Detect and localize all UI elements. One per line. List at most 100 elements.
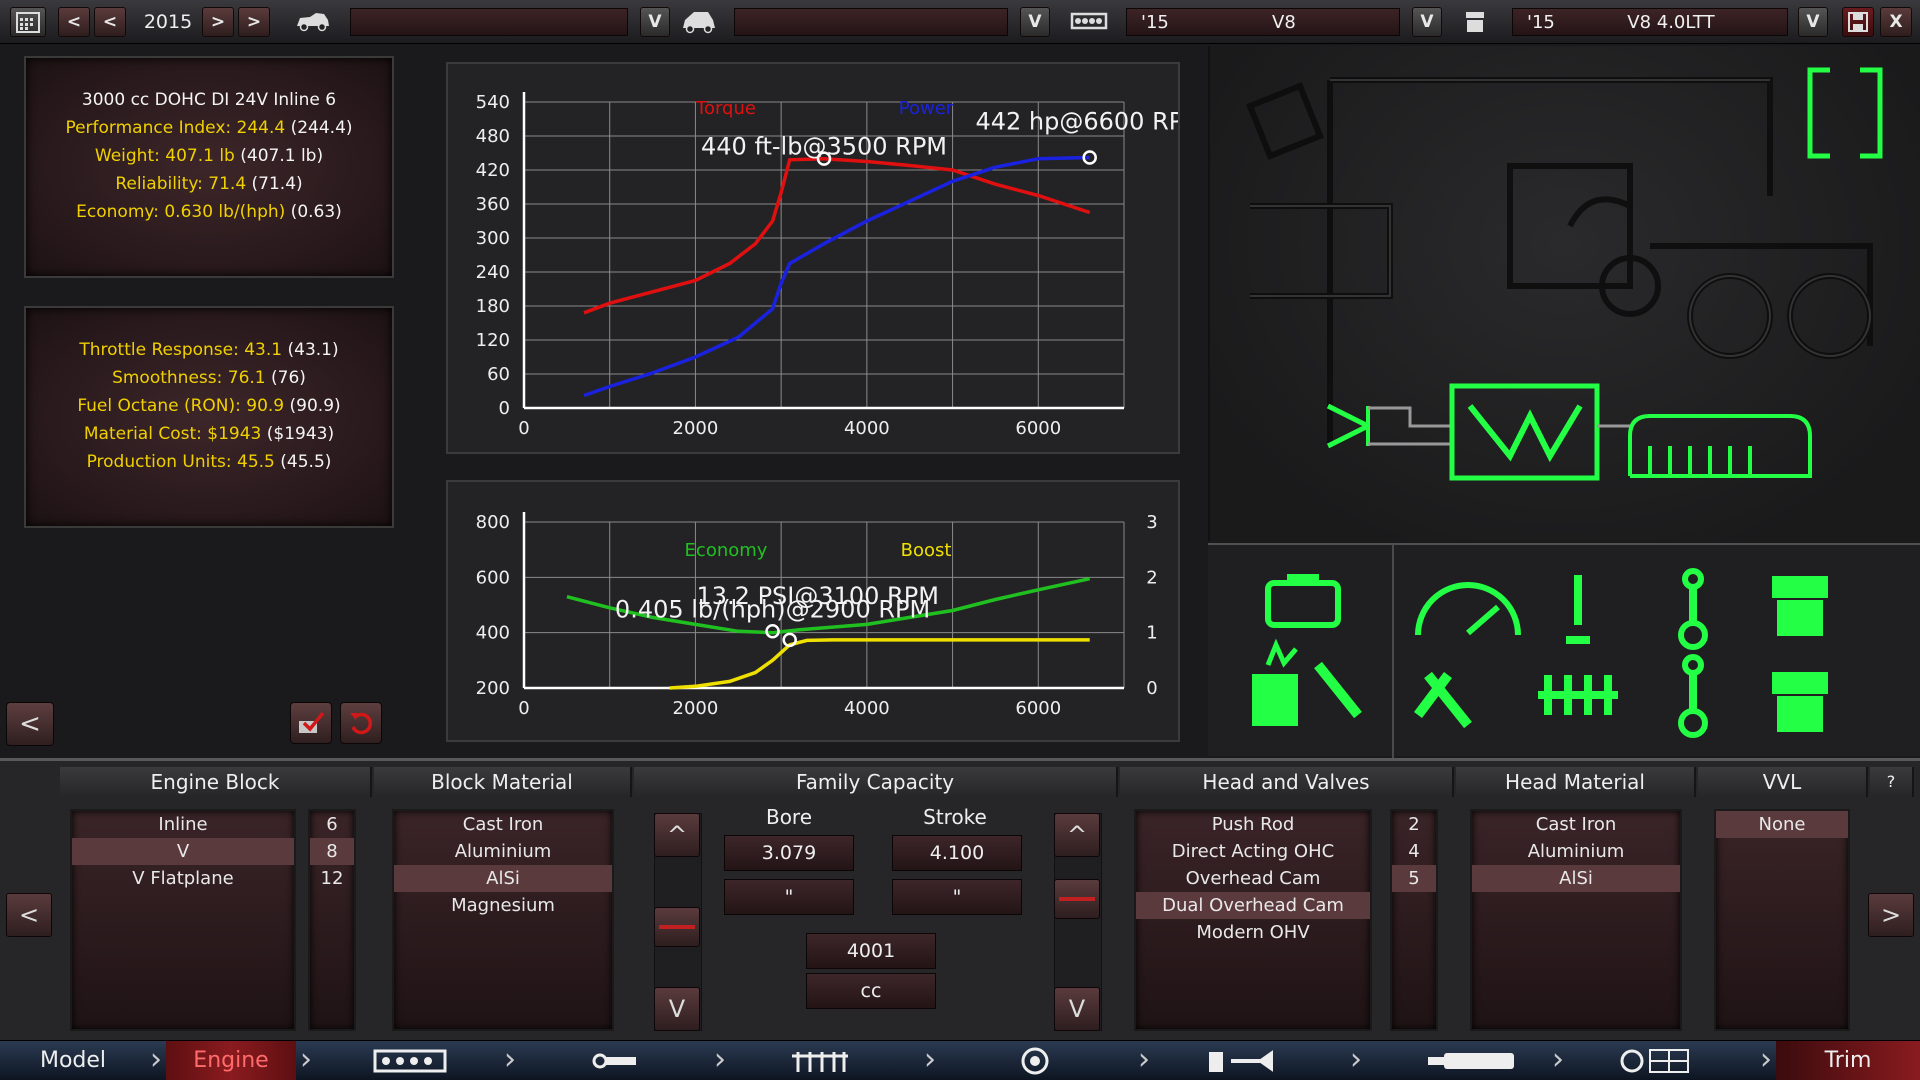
head-type-dual-overhead-cam[interactable]: Dual Overhead Cam: [1136, 892, 1370, 919]
legend-power: Power: [899, 98, 954, 119]
year-back-button[interactable]: <: [94, 7, 126, 37]
nav-chevron-icon: ›: [504, 1042, 516, 1077]
config-prev-button[interactable]: <: [6, 893, 52, 937]
y2-tick-label: 2: [1146, 567, 1157, 588]
bore-value[interactable]: 3.079: [724, 835, 854, 871]
head-material-aluminium[interactable]: Aluminium: [1472, 838, 1680, 865]
block-material-list[interactable]: Cast Iron Aluminium AlSi Magnesium: [392, 809, 614, 1031]
config-next-button[interactable]: >: [1868, 893, 1914, 937]
nav-fuel-icon[interactable]: [1160, 1041, 1330, 1080]
nav-exhaust-icon[interactable]: [1376, 1041, 1566, 1080]
y-tick-label: 180: [476, 296, 510, 317]
stat-reliability: Reliability: 71.4 (71.4): [115, 174, 303, 194]
valve-count-2[interactable]: 2: [1392, 811, 1436, 838]
head-material-header: Head Material: [1456, 767, 1696, 797]
help-button[interactable]: ?: [1870, 767, 1914, 797]
ignition-icon[interactable]: [1252, 638, 1298, 726]
head-material-alsi[interactable]: AlSi: [1472, 865, 1680, 892]
piston-part-2-icon[interactable]: [1772, 672, 1828, 732]
stroke-increase-button[interactable]: ^: [1054, 813, 1100, 857]
y-tick-label: 600: [476, 567, 510, 588]
close-button[interactable]: X: [1880, 7, 1912, 37]
head-valves-header: Head and Valves: [1120, 767, 1454, 797]
engine-variant-dropdown-button[interactable]: V: [1798, 7, 1828, 37]
engine-block-inline[interactable]: Inline: [72, 811, 294, 838]
tachometer-icon[interactable]: [1415, 582, 1521, 636]
nav-bottom-end-icon[interactable]: [540, 1041, 690, 1080]
nav-model[interactable]: Model: [0, 1041, 146, 1080]
nav-engine[interactable]: Engine: [166, 1041, 296, 1080]
head-type-modern-ohv[interactable]: Modern OHV: [1136, 919, 1370, 946]
stroke-decrease-button[interactable]: V: [1054, 987, 1100, 1031]
piston-part-icon[interactable]: [1772, 576, 1828, 636]
head-type-push-rod[interactable]: Push Rod: [1136, 811, 1370, 838]
top-toolbar: < < 2015 > > V V '15 V8 V '15 V8 4.0LTT …: [0, 0, 1920, 44]
engine-family-select[interactable]: '15 V8: [1126, 8, 1400, 36]
year-forward-fast-button[interactable]: >: [238, 7, 270, 37]
back-button[interactable]: <: [6, 702, 54, 746]
cylinder-count-8[interactable]: 8: [310, 838, 354, 865]
block-material-cast-iron[interactable]: Cast Iron: [394, 811, 612, 838]
year-forward-button[interactable]: >: [202, 7, 234, 37]
test-engine-icon[interactable]: [290, 702, 332, 744]
nav-chevron-icon: ›: [1350, 1042, 1362, 1077]
engine-block-list[interactable]: Inline V V Flatplane: [70, 809, 296, 1031]
block-material-aluminium[interactable]: Aluminium: [394, 838, 612, 865]
connecting-rod-icon[interactable]: [1678, 568, 1708, 650]
cylinder-count-6[interactable]: 6: [310, 811, 354, 838]
nav-chevron-icon: ›: [1138, 1042, 1150, 1077]
y-tick-label: 800: [476, 512, 510, 533]
engine-block-v-flatplane[interactable]: V Flatplane: [72, 865, 294, 892]
nav-top-end-icon[interactable]: [740, 1041, 900, 1080]
vvl-none[interactable]: None: [1716, 811, 1848, 838]
undo-icon[interactable]: [340, 702, 382, 744]
series-line-power: [583, 155, 1090, 398]
head-material-list[interactable]: Cast Iron Aluminium AlSi: [1470, 809, 1682, 1031]
head-type-list[interactable]: Push Rod Direct Acting OHC Overhead Cam …: [1134, 809, 1372, 1031]
crankshaft-rod-icon[interactable]: [1678, 654, 1708, 738]
intake-manifold-icon[interactable]: [1566, 575, 1590, 644]
nav-chevron-icon: ›: [300, 1042, 312, 1077]
nav-chevron-icon: ›: [714, 1042, 726, 1077]
stroke-value[interactable]: 4.100: [892, 835, 1022, 871]
cylinder-count-12[interactable]: 12: [310, 865, 354, 892]
engine-family-dropdown-button[interactable]: V: [1412, 7, 1442, 37]
block-material-alsi[interactable]: AlSi: [394, 865, 612, 892]
nav-test-icon[interactable]: [1580, 1041, 1730, 1080]
block-material-header: Block Material: [374, 767, 632, 797]
car-icon: [294, 8, 332, 40]
nav-block-icon[interactable]: [330, 1041, 490, 1080]
head-type-direct-acting-ohc[interactable]: Direct Acting OHC: [1136, 838, 1370, 865]
nav-trim[interactable]: Trim: [1776, 1041, 1920, 1080]
bore-increase-button[interactable]: ^: [654, 813, 700, 857]
nav-chevron-icon: ›: [1552, 1042, 1564, 1077]
valve-count-list[interactable]: 2 4 5: [1390, 809, 1438, 1031]
year-back-fast-button[interactable]: <: [58, 7, 90, 37]
camshaft-icon[interactable]: [1538, 675, 1618, 715]
calendar-icon[interactable]: [10, 7, 46, 37]
vvl-list[interactable]: None: [1714, 809, 1850, 1031]
spark-plug-icon[interactable]: [1314, 661, 1362, 719]
model-select[interactable]: [350, 8, 628, 36]
tuning-wrench-icon[interactable]: [1414, 671, 1472, 729]
stroke-slider-handle[interactable]: [1054, 879, 1100, 919]
annotation-label: 442 hp@6600 RPM: [975, 108, 1178, 136]
y-tick-label: 240: [476, 262, 510, 283]
valve-count-5[interactable]: 5: [1392, 865, 1436, 892]
nav-aspiration-icon[interactable]: [950, 1041, 1120, 1080]
trim-dropdown-button[interactable]: V: [1020, 7, 1050, 37]
trim-select[interactable]: [734, 8, 1008, 36]
head-type-overhead-cam[interactable]: Overhead Cam: [1136, 865, 1370, 892]
engine-variant-select[interactable]: '15 V8 4.0LTT: [1512, 8, 1788, 36]
model-dropdown-button[interactable]: V: [640, 7, 670, 37]
bore-decrease-button[interactable]: V: [654, 987, 700, 1031]
bore-slider-handle[interactable]: [654, 907, 700, 947]
engine-family-year: '15: [1141, 11, 1169, 33]
engine-block-v[interactable]: V: [72, 838, 294, 865]
engine-icon[interactable]: [1265, 574, 1341, 628]
head-material-cast-iron[interactable]: Cast Iron: [1472, 811, 1680, 838]
save-icon[interactable]: [1842, 7, 1874, 37]
valve-count-4[interactable]: 4: [1392, 838, 1436, 865]
block-material-magnesium[interactable]: Magnesium: [394, 892, 612, 919]
cylinder-count-list[interactable]: 6 8 12: [308, 809, 356, 1031]
